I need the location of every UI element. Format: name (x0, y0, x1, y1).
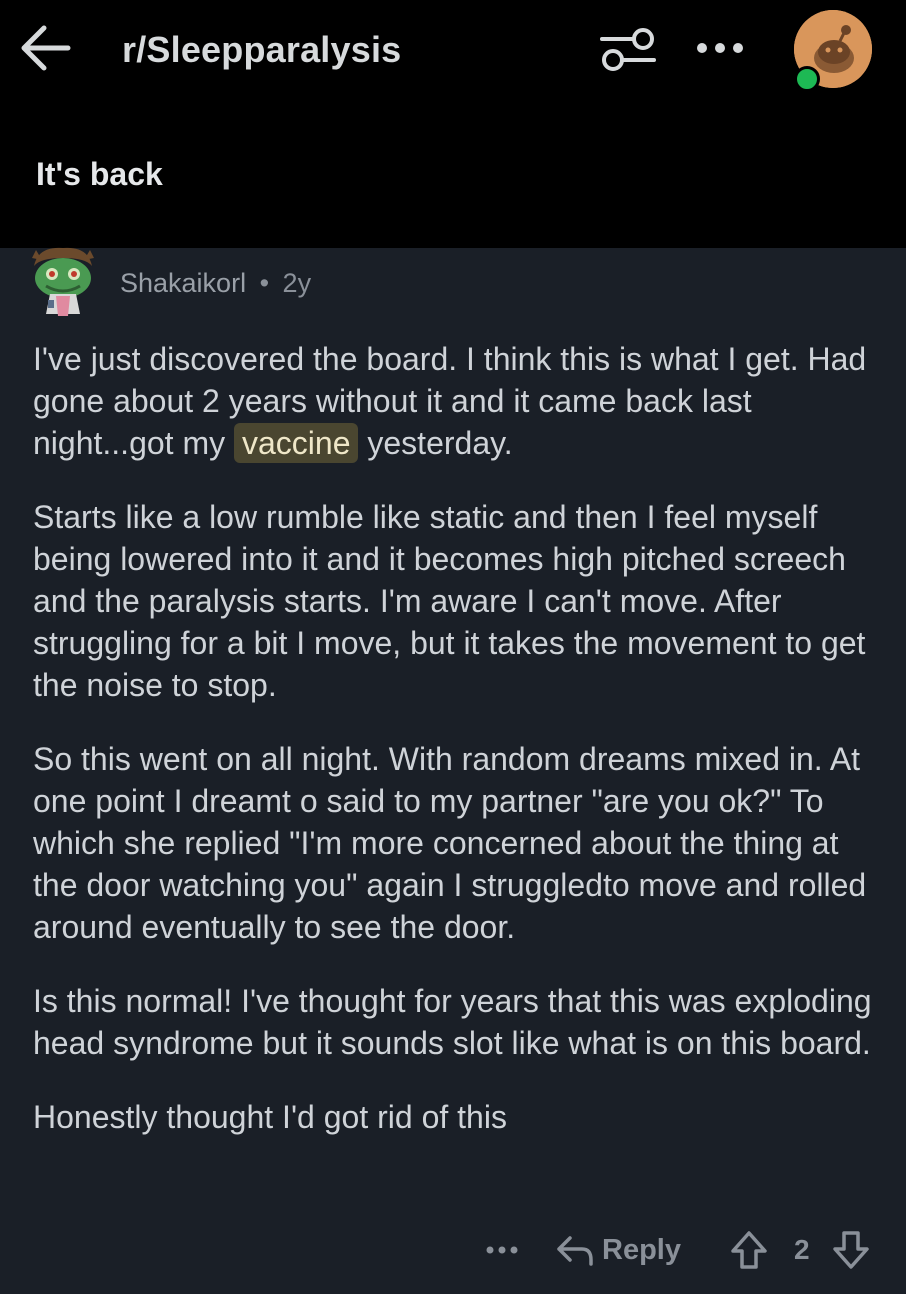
post-title: It's back (36, 156, 163, 192)
filter-icon (600, 28, 656, 71)
comment-paragraph: I've just discovered the board. I think … (33, 338, 883, 464)
reply-button[interactable]: Reply (556, 1228, 681, 1272)
back-button[interactable] (18, 22, 74, 74)
paragraph-text: yesterday. (358, 425, 513, 461)
meta-separator: • (259, 268, 270, 298)
comment-more-button[interactable] (484, 1232, 520, 1268)
reply-label: Reply (602, 1233, 681, 1266)
more-options-button[interactable] (694, 30, 746, 66)
highlighted-keyword[interactable]: vaccine (233, 423, 359, 463)
comment-meta: Shakaikorl • 2y (120, 264, 311, 302)
downvote-button[interactable] (832, 1230, 870, 1270)
comment-paragraph: Honestly thought I'd got rid of this (33, 1099, 507, 1135)
user-avatar[interactable] (794, 10, 872, 92)
more-horizontal-icon (486, 1246, 518, 1254)
upvote-arrow-icon (731, 1231, 767, 1269)
comment-author-avatar[interactable] (28, 244, 98, 320)
comment-paragraph: Is this normal! I've thought for years t… (33, 983, 872, 1061)
comment-paragraph: Starts like a low rumble like static and… (33, 499, 866, 703)
comment-username[interactable]: Shakaikorl (120, 268, 246, 298)
online-status-dot (794, 66, 820, 92)
subreddit-title[interactable]: r/Sleepparalysis (122, 26, 401, 74)
top-bar: r/Sleepparalysis It's back (0, 0, 906, 248)
comment-actions-bar: Reply 2 (0, 1226, 906, 1276)
reply-arrow-icon (557, 1236, 593, 1266)
comment-age: 2y (282, 268, 312, 298)
owl-goblin-avatar-icon (32, 247, 94, 316)
upvote-button[interactable] (730, 1230, 768, 1270)
downvote-arrow-icon (833, 1231, 869, 1269)
more-icon (697, 43, 743, 53)
back-arrow-icon (21, 25, 71, 71)
filter-button[interactable] (598, 24, 658, 74)
comment-body: I've just discovered the board. I think … (33, 338, 883, 1170)
comment-paragraph: So this went on all night. With random d… (33, 741, 867, 945)
vote-score: 2 (794, 1234, 810, 1265)
